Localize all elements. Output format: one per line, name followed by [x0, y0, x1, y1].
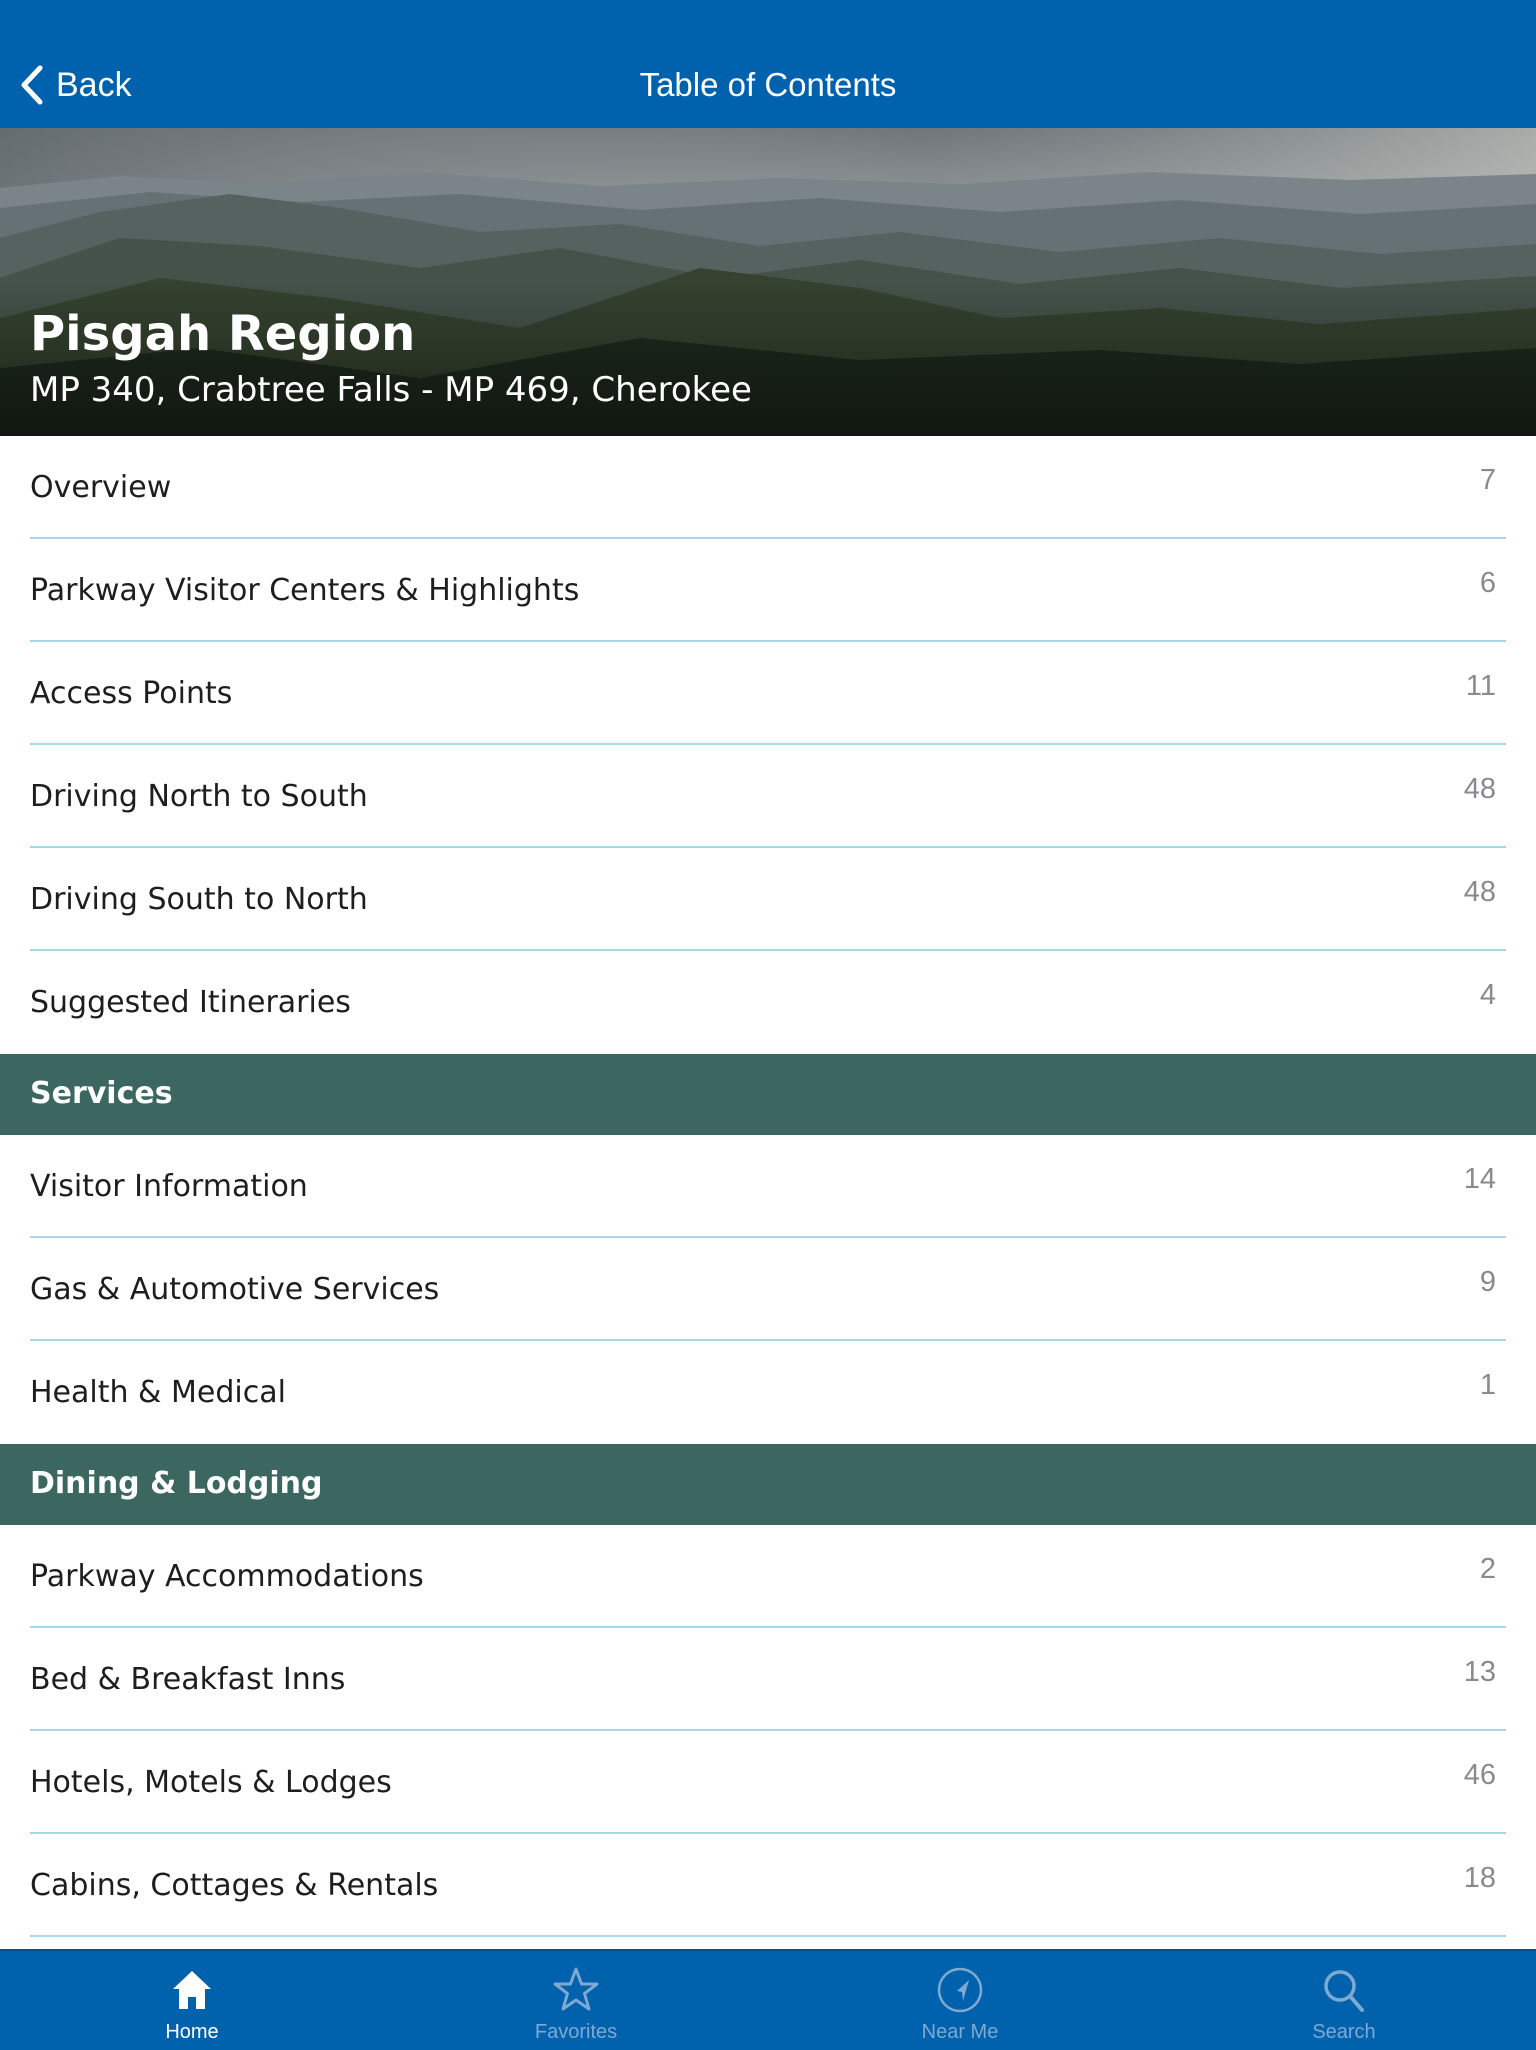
list-item-count: 7 [1479, 464, 1496, 496]
tab-favorites[interactable]: Favorites [384, 1951, 768, 2050]
list-item-label: Visitor Information [30, 1169, 308, 1204]
list-item-health-medical[interactable]: Health & Medical 1 [0, 1341, 1536, 1444]
list-item-label: Suggested Itineraries [30, 985, 351, 1020]
home-icon [173, 1971, 211, 2009]
list-item-north-to-south[interactable]: Driving North to South 48 [0, 745, 1536, 848]
list-item-count: 48 [1463, 876, 1496, 908]
list-item-count: 1 [1479, 1369, 1496, 1401]
location-arrow-icon [937, 1967, 983, 2013]
list-item-visitor-centers[interactable]: Parkway Visitor Centers & Highlights 6 [0, 539, 1536, 642]
list-item-label: Access Points [30, 676, 233, 711]
search-icon [1324, 1970, 1364, 2012]
tab-label: Search [1312, 2021, 1376, 2043]
list-item-hotels-motels[interactable]: Hotels, Motels & Lodges 46 [0, 1731, 1536, 1834]
page-title: Table of Contents [639, 66, 897, 103]
list-item-label: Hotels, Motels & Lodges [30, 1765, 392, 1800]
list-item-count: 9 [1479, 1266, 1496, 1298]
navigation-bar: Back Table of Contents [0, 0, 1536, 128]
list-item-count: 4 [1479, 979, 1496, 1011]
star-icon [553, 1967, 599, 2011]
region-title: Pisgah Region [30, 306, 416, 362]
section-header-dining-lodging: Dining & Lodging [0, 1444, 1536, 1525]
region-subtitle: MP 340, Crabtree Falls - MP 469, Cheroke… [30, 370, 752, 410]
list-item-label: Bed & Breakfast Inns [30, 1662, 346, 1697]
tab-home[interactable]: Home [0, 1951, 384, 2050]
tab-label: Favorites [534, 2021, 618, 2043]
list-item-count: 13 [1463, 1656, 1496, 1688]
tab-near-me[interactable]: Near Me [768, 1951, 1152, 2050]
list-item-count: 18 [1463, 1862, 1496, 1894]
list-item-count: 2 [1479, 1553, 1496, 1585]
list-item-itineraries[interactable]: Suggested Itineraries 4 [0, 951, 1536, 1054]
tab-label: Home [165, 2021, 219, 2043]
tab-search[interactable]: Search [1152, 1951, 1536, 2050]
contents-list: Overview 7 Parkway Visitor Centers & Hig… [0, 436, 1536, 1937]
list-item-label: Driving South to North [30, 882, 368, 917]
list-item-count: 48 [1463, 773, 1496, 805]
tab-bar: Home Favorites Near Me Search [0, 1949, 1536, 2050]
list-item-access-points[interactable]: Access Points 11 [0, 642, 1536, 745]
section-header-label: Services [30, 1076, 173, 1111]
list-item-south-to-north[interactable]: Driving South to North 48 [0, 848, 1536, 951]
list-item-label: Driving North to South [30, 779, 368, 814]
list-item-parkway-accommodations[interactable]: Parkway Accommodations 2 [0, 1525, 1536, 1628]
list-item-overview[interactable]: Overview 7 [0, 436, 1536, 539]
list-item-label: Cabins, Cottages & Rentals [30, 1868, 439, 1903]
list-item-count: 14 [1463, 1163, 1496, 1195]
list-item-bed-breakfast[interactable]: Bed & Breakfast Inns 13 [0, 1628, 1536, 1731]
region-hero-banner: Pisgah Region MP 340, Crabtree Falls - M… [0, 128, 1536, 436]
list-item-gas-automotive[interactable]: Gas & Automotive Services 9 [0, 1238, 1536, 1341]
list-item-label: Gas & Automotive Services [30, 1272, 440, 1307]
list-item-label: Health & Medical [30, 1375, 286, 1410]
list-item-count: 46 [1463, 1759, 1496, 1791]
list-item-count: 11 [1465, 670, 1496, 702]
section-header-label: Dining & Lodging [30, 1466, 323, 1501]
list-item-label: Overview [30, 470, 172, 505]
list-item-count: 6 [1479, 567, 1496, 599]
list-item-label: Parkway Accommodations [30, 1559, 424, 1594]
list-item-label: Parkway Visitor Centers & Highlights [30, 573, 580, 608]
section-header-services: Services [0, 1054, 1536, 1135]
row-divider [30, 1935, 1506, 1937]
list-item-cabins-rentals[interactable]: Cabins, Cottages & Rentals 18 [0, 1834, 1536, 1937]
tab-label: Near Me [921, 2021, 999, 2043]
list-item-visitor-information[interactable]: Visitor Information 14 [0, 1135, 1536, 1238]
